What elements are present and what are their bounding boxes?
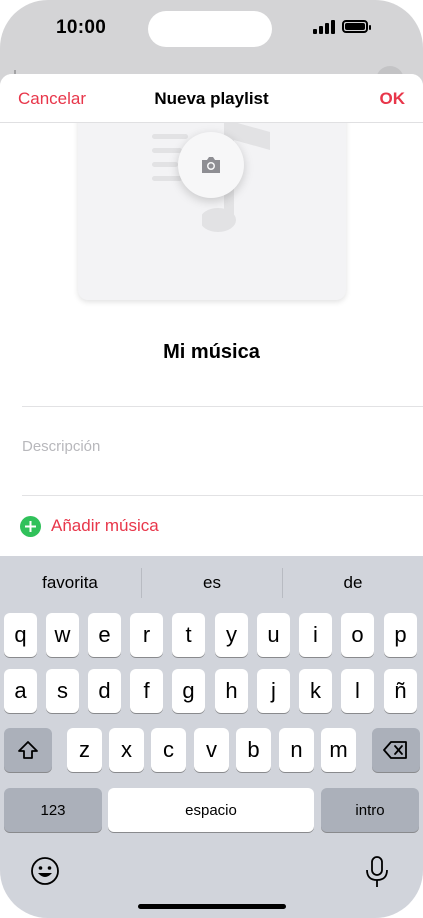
key-z[interactable]: z — [67, 728, 102, 772]
playlist-name-field[interactable]: Mi música — [0, 341, 423, 364]
nav-bar: Cancelar Nueva playlist OK — [0, 74, 423, 123]
cellular-signal-icon — [313, 20, 337, 34]
key-r[interactable]: r — [130, 613, 163, 657]
battery-icon — [342, 20, 371, 33]
suggestion-2[interactable]: es — [142, 556, 282, 610]
home-indicator — [138, 904, 286, 909]
space-key[interactable]: espacio — [108, 788, 314, 832]
key-i[interactable]: i — [299, 613, 332, 657]
keyboard: favorita es de q w e r t y u i o p a s d… — [0, 556, 423, 918]
key-n[interactable]: n — [279, 728, 314, 772]
key-q[interactable]: q — [4, 613, 37, 657]
key-f[interactable]: f — [130, 669, 163, 713]
key-l[interactable]: l — [341, 669, 374, 713]
return-key[interactable]: intro — [321, 788, 419, 832]
shift-icon — [18, 741, 38, 759]
key-v[interactable]: v — [194, 728, 229, 772]
phone-screen: 10:00 Cancelar Nueva playlist OK Mi músi… — [0, 0, 423, 918]
delete-key[interactable] — [372, 728, 420, 772]
key-b[interactable]: b — [236, 728, 271, 772]
key-a[interactable]: a — [4, 669, 37, 713]
key-t[interactable]: t — [172, 613, 205, 657]
divider — [22, 495, 423, 496]
backspace-icon — [383, 741, 407, 759]
emoji-icon[interactable] — [30, 856, 60, 886]
dynamic-island — [148, 11, 272, 47]
add-music-button[interactable]: Añadir música — [20, 514, 159, 538]
key-g[interactable]: g — [172, 669, 205, 713]
key-c[interactable]: c — [151, 728, 186, 772]
key-e[interactable]: e — [88, 613, 121, 657]
description-field[interactable]: Descripción — [22, 438, 100, 455]
key-n-tilde[interactable]: ñ — [384, 669, 417, 713]
add-music-label: Añadir música — [51, 516, 159, 535]
page-title: Nueva playlist — [154, 89, 269, 108]
key-m[interactable]: m — [321, 728, 356, 772]
divider — [22, 406, 423, 407]
camera-button[interactable] — [178, 132, 244, 198]
shift-key[interactable] — [4, 728, 52, 772]
key-p[interactable]: p — [384, 613, 417, 657]
microphone-icon[interactable] — [364, 856, 390, 888]
numbers-key[interactable]: 123 — [4, 788, 102, 832]
key-w[interactable]: w — [46, 613, 79, 657]
status-time: 10:00 — [56, 17, 107, 38]
key-h[interactable]: h — [215, 669, 248, 713]
key-d[interactable]: d — [88, 669, 121, 713]
status-bar: 10:00 — [0, 0, 423, 60]
key-s[interactable]: s — [46, 669, 79, 713]
key-u[interactable]: u — [257, 613, 290, 657]
key-j[interactable]: j — [257, 669, 290, 713]
ok-button[interactable]: OK — [380, 89, 406, 109]
key-k[interactable]: k — [299, 669, 332, 713]
key-y[interactable]: y — [215, 613, 248, 657]
key-o[interactable]: o — [341, 613, 374, 657]
suggestion-3[interactable]: de — [283, 556, 423, 610]
plus-circle-icon — [20, 515, 41, 537]
camera-icon — [202, 157, 220, 173]
key-x[interactable]: x — [109, 728, 144, 772]
suggestion-1[interactable]: favorita — [0, 556, 140, 610]
